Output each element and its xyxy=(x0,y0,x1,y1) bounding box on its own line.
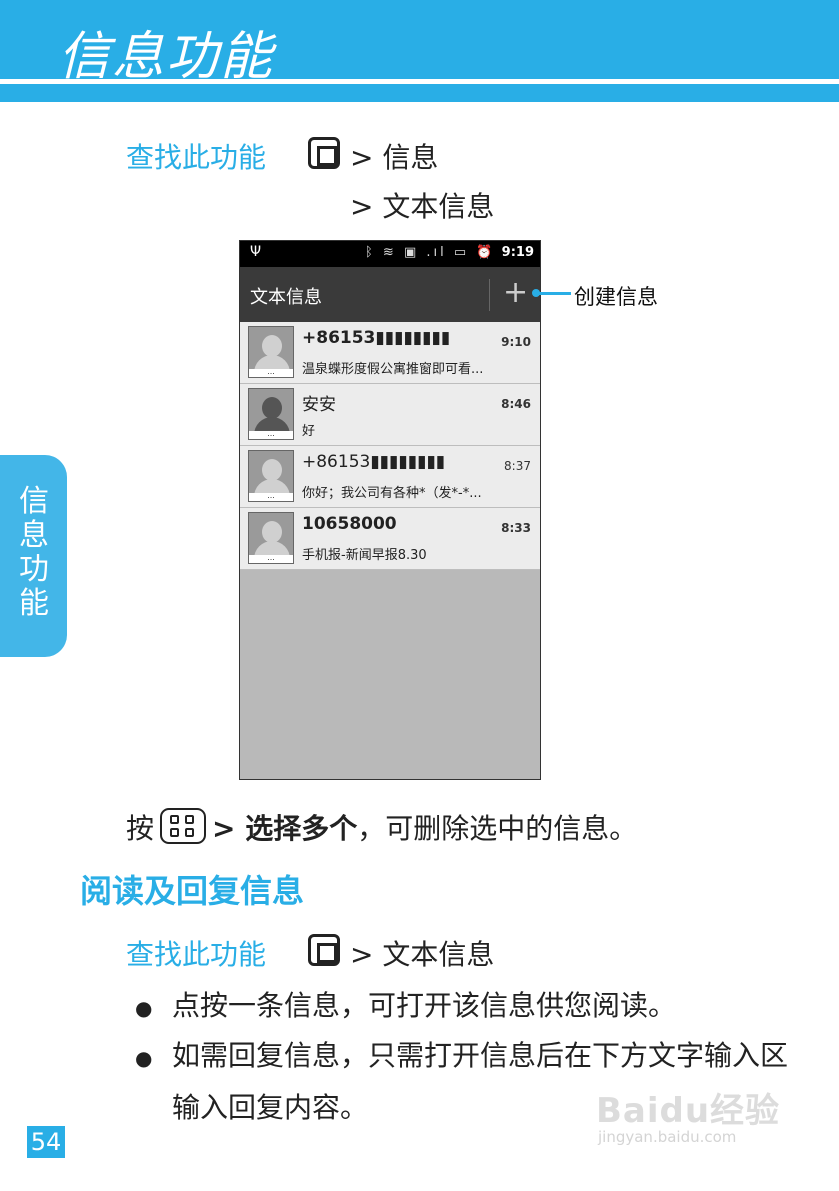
home-key-icon xyxy=(308,137,340,169)
path-text-messages: > 文本信息 xyxy=(350,938,495,971)
menu-key-icon xyxy=(160,808,207,844)
thread-name: 10658000 xyxy=(302,514,397,534)
home-key-icon xyxy=(308,934,340,966)
app-bar: 文本信息 + xyxy=(240,267,540,322)
app-title: 文本信息 xyxy=(250,287,322,308)
thread-name: 安安 xyxy=(302,395,336,415)
thread-preview: 温泉蝶形度假公寓推窗即可看... xyxy=(302,362,484,377)
thread-row[interactable]: ... 安安 8:46 好 xyxy=(240,384,540,446)
page-number: 54 xyxy=(27,1126,65,1158)
thread-row[interactable]: ... +86153▮▮▮▮▮▮▮▮ 8:37 你好；我公司有各种*（发*-*.… xyxy=(240,446,540,508)
find-feature-label: 查找此功能 xyxy=(126,141,267,174)
instruction-press: 按 xyxy=(126,812,155,845)
bullet-item: 点按一条信息，可打开该信息供您阅读。 xyxy=(172,989,677,1022)
thread-name: +86153▮▮▮▮▮▮▮▮ xyxy=(302,452,446,472)
thread-name: +86153▮▮▮▮▮▮▮▮ xyxy=(302,328,451,348)
callout-line xyxy=(535,292,571,295)
baidu-watermark-logo: Baidu经验 xyxy=(596,1091,781,1131)
contact-avatar-icon: ... xyxy=(248,450,294,502)
path-messages: > 信息 xyxy=(350,141,439,174)
callout-create-message: 创建信息 xyxy=(574,285,658,309)
thread-time: 8:37 xyxy=(504,459,531,473)
add-message-icon[interactable]: + xyxy=(503,275,528,310)
path-text-messages: > 文本信息 xyxy=(350,190,495,223)
bullet-dot: ● xyxy=(135,1046,153,1070)
page-title: 信息功能 xyxy=(58,27,275,87)
status-bar: Ψ ᛒ ≋ ▣ .ıl ▭ ⏰ 9:19 xyxy=(240,241,540,267)
app-bar-divider xyxy=(489,279,490,311)
baidu-watermark-url: jingyan.baidu.com xyxy=(598,1128,737,1146)
instruction-select-multiple: 按 > 选择多个，可删除选中的信息。 xyxy=(126,807,637,847)
thread-row[interactable]: ... 10658000 8:33 手机报-新闻早报8.30 xyxy=(240,508,540,570)
find-feature-label: 查找此功能 xyxy=(126,938,267,971)
instruction-rest: ，可删除选中的信息。 xyxy=(357,812,638,845)
status-time: 9:19 xyxy=(501,245,534,260)
chapter-side-tab-label: 信息功能 xyxy=(19,484,49,621)
thread-time: 9:10 xyxy=(501,335,531,349)
usb-icon: Ψ xyxy=(250,244,262,260)
message-thread-list: ... +86153▮▮▮▮▮▮▮▮ 9:10 温泉蝶形度假公寓推窗即可看...… xyxy=(240,322,540,570)
thread-time: 8:46 xyxy=(501,397,531,411)
thread-preview: 你好；我公司有各种*（发*-*... xyxy=(302,486,482,501)
section-title: 阅读及回复信息 xyxy=(80,872,305,910)
instruction-select-multiple-label: > 选择多个 xyxy=(212,812,358,845)
thread-row[interactable]: ... +86153▮▮▮▮▮▮▮▮ 9:10 温泉蝶形度假公寓推窗即可看... xyxy=(240,322,540,384)
bullet-dot: ● xyxy=(135,996,153,1020)
thread-preview: 好 xyxy=(302,424,316,439)
contact-avatar-icon: ... xyxy=(248,388,294,440)
status-icons: ᛒ ≋ ▣ .ıl ▭ ⏰ xyxy=(365,245,496,260)
phone-screenshot: Ψ ᛒ ≋ ▣ .ıl ▭ ⏰ 9:19 文本信息 + ... +86153▮▮… xyxy=(239,240,541,780)
thread-preview: 手机报-新闻早报8.30 xyxy=(302,548,427,563)
thread-time: 8:33 xyxy=(501,521,531,535)
contact-avatar-icon: ... xyxy=(248,326,294,378)
contact-avatar-icon: ... xyxy=(248,512,294,564)
